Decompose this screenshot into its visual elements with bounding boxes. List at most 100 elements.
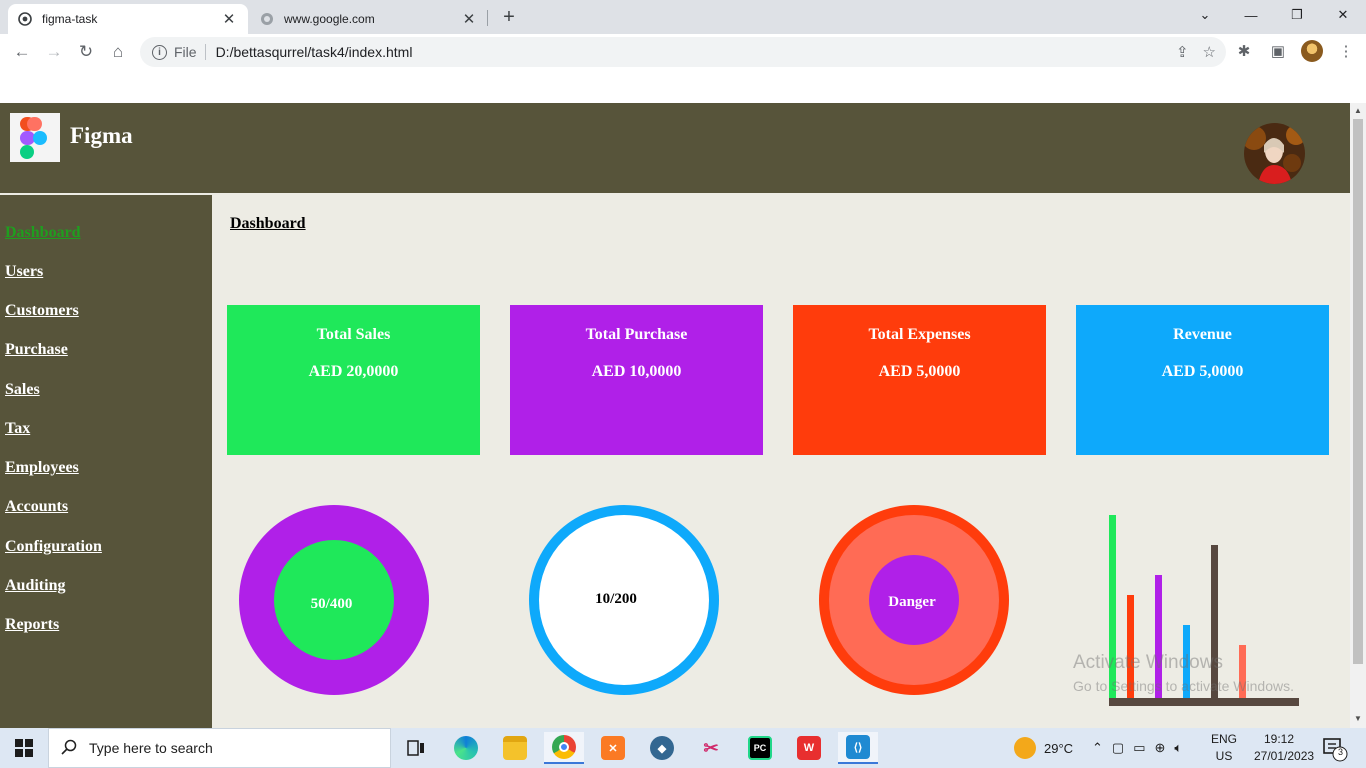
card-total-purchase: Total Purchase AED 10,0000 xyxy=(510,305,763,455)
address-bar[interactable]: i File D:/bettasqurrel/task4/index.html … xyxy=(140,37,1226,67)
sidebar-item-dashboard[interactable]: Dashboard xyxy=(5,224,81,242)
breadcrumb[interactable]: Dashboard xyxy=(230,215,306,233)
tab-google[interactable]: www.google.com ✕ xyxy=(250,4,488,34)
card-title: Total Expenses xyxy=(868,326,971,343)
tab-figma-task[interactable]: figma-task ✕ xyxy=(8,4,248,34)
sidebar-item-purchase[interactable]: Purchase xyxy=(5,341,68,359)
minimize-icon[interactable]: — xyxy=(1228,0,1274,30)
card-title: Total Sales xyxy=(316,326,391,343)
notifications-icon[interactable]: 3 xyxy=(1320,736,1350,762)
clock-time: 19:12 xyxy=(1263,732,1295,746)
app-brand: Figma xyxy=(70,123,133,148)
figma-logo-icon xyxy=(10,113,60,162)
battery-icon[interactable]: ▭ xyxy=(1133,740,1145,756)
wps-office-icon[interactable]: W xyxy=(789,732,829,764)
taskbar-search-input[interactable]: Type here to search xyxy=(48,728,391,768)
lang-code: ENG xyxy=(1210,732,1237,746)
windows-taskbar: Type here to search ✕ ◆ ✂ PC W ⟨⟩ 29°C ⌃… xyxy=(0,728,1366,768)
notification-count: 3 xyxy=(1337,747,1343,757)
browser-tabbar: figma-task ✕ www.google.com ✕ + ⌄ — ❐ ✕ xyxy=(0,0,1366,34)
user-avatar[interactable] xyxy=(1244,123,1305,184)
chart-baseline xyxy=(1109,698,1299,706)
windows-start-icon[interactable] xyxy=(0,728,48,768)
share-icon[interactable]: ⇪ xyxy=(1176,43,1189,61)
danger-ring-label: Danger xyxy=(888,594,936,610)
card-total-expenses: Total Expenses AED 5,0000 xyxy=(793,305,1046,455)
close-tab-icon[interactable]: ✕ xyxy=(220,10,238,28)
card-value: AED 5,0000 xyxy=(1161,363,1244,380)
browser-toolbar: ← → ↻ ⌂ i File D:/bettasqurrel/task4/ind… xyxy=(0,34,1366,70)
scroll-up-icon[interactable]: ▲ xyxy=(1354,106,1362,115)
snipping-tool-icon[interactable]: ✂ xyxy=(691,732,731,764)
close-tab-icon[interactable]: ✕ xyxy=(460,10,478,28)
page-viewport: Figma Dashboard Users Customers Purchase… xyxy=(0,103,1350,728)
new-tab-icon[interactable]: + xyxy=(498,6,520,29)
task-view-icon[interactable] xyxy=(396,732,436,764)
progress-ring-label: 10/200 xyxy=(595,591,637,607)
tab-title: figma-task xyxy=(42,12,98,26)
search-icon xyxy=(61,739,79,758)
vscode-icon[interactable]: ⟨⟩ xyxy=(838,732,878,764)
weather-widget[interactable]: 29°C xyxy=(1014,728,1073,768)
extensions-icon[interactable]: ✱ xyxy=(1232,39,1256,63)
network-globe-icon[interactable]: ⊕ xyxy=(1155,740,1166,756)
volume-icon[interactable]: 🔈︎ xyxy=(1174,740,1182,756)
tab-search-icon[interactable]: ⌄ xyxy=(1182,0,1228,30)
sidebar-item-employees[interactable]: Employees xyxy=(5,459,79,477)
globe-icon xyxy=(18,12,32,26)
pycharm-icon[interactable]: PC xyxy=(740,732,780,764)
side-panel-icon[interactable]: ▣ xyxy=(1266,39,1290,63)
address-url: D:/bettasqurrel/task4/index.html xyxy=(215,44,413,60)
scrollbar-thumb[interactable] xyxy=(1353,119,1363,664)
card-title: Revenue xyxy=(1173,326,1232,343)
address-divider xyxy=(204,44,206,60)
clock-date: 27/01/2023 xyxy=(1254,749,1315,763)
back-icon[interactable]: ← xyxy=(10,40,34,64)
postgresql-icon[interactable]: ◆ xyxy=(642,732,682,764)
menu-kebab-icon[interactable]: ⋮ xyxy=(1334,39,1358,63)
card-value: AED 20,0000 xyxy=(308,363,399,380)
card-value: AED 10,0000 xyxy=(591,363,682,380)
sidebar-item-auditing[interactable]: Auditing xyxy=(5,577,65,595)
sidebar: Dashboard Users Customers Purchase Sales… xyxy=(0,195,212,728)
forward-icon[interactable]: → xyxy=(42,40,66,64)
sidebar-item-customers[interactable]: Customers xyxy=(5,302,79,320)
tab-title: www.google.com xyxy=(284,12,375,26)
tray-device-icon[interactable]: ▢ xyxy=(1112,740,1124,756)
system-tray: ⌃ ▢ ▭ ⊕ 🔈︎ xyxy=(1092,728,1182,768)
taskbar-clock[interactable]: 19:12 27/01/2023 xyxy=(1254,731,1315,765)
scroll-down-icon[interactable]: ▼ xyxy=(1354,714,1362,723)
globe-icon xyxy=(260,12,274,26)
card-total-sales: Total Sales AED 20,0000 xyxy=(227,305,480,455)
restore-icon[interactable]: ❐ xyxy=(1274,0,1320,30)
sidebar-item-tax[interactable]: Tax xyxy=(5,420,30,438)
window-controls: ⌄ — ❐ ✕ xyxy=(1182,0,1366,30)
sidebar-item-configuration[interactable]: Configuration xyxy=(5,538,102,556)
card-revenue: Revenue AED 5,0000 xyxy=(1076,305,1329,455)
sidebar-item-accounts[interactable]: Accounts xyxy=(5,498,68,516)
search-placeholder: Type here to search xyxy=(89,740,213,756)
watermark-title: Activate Windows xyxy=(1073,652,1223,673)
app-header: Figma xyxy=(0,103,1350,193)
edge-icon[interactable] xyxy=(446,732,486,764)
lang-region: US xyxy=(1215,749,1233,763)
chrome-icon[interactable] xyxy=(544,732,584,764)
card-title: Total Purchase xyxy=(585,326,688,343)
close-window-icon[interactable]: ✕ xyxy=(1320,0,1366,30)
file-explorer-icon[interactable] xyxy=(495,732,535,764)
sidebar-item-sales[interactable]: Sales xyxy=(5,381,40,399)
home-icon[interactable]: ⌂ xyxy=(106,40,130,64)
card-value: AED 5,0000 xyxy=(878,363,961,380)
sidebar-item-users[interactable]: Users xyxy=(5,263,43,281)
xampp-icon[interactable]: ✕ xyxy=(593,732,633,764)
page-scrollbar[interactable]: ▲ ▼ xyxy=(1350,103,1366,728)
sidebar-item-reports[interactable]: Reports xyxy=(5,616,59,634)
site-info-icon[interactable]: i xyxy=(152,44,167,60)
address-scheme: File xyxy=(174,44,197,60)
bookmark-star-icon[interactable]: ☆ xyxy=(1203,43,1216,61)
tray-chevron-up-icon[interactable]: ⌃ xyxy=(1092,740,1103,756)
activate-windows-watermark: Activate Windows Go to Settings to activ… xyxy=(1073,652,1294,694)
profile-avatar[interactable] xyxy=(1300,39,1324,63)
language-indicator[interactable]: ENG US xyxy=(1210,731,1238,765)
reload-icon[interactable]: ↻ xyxy=(74,40,98,64)
